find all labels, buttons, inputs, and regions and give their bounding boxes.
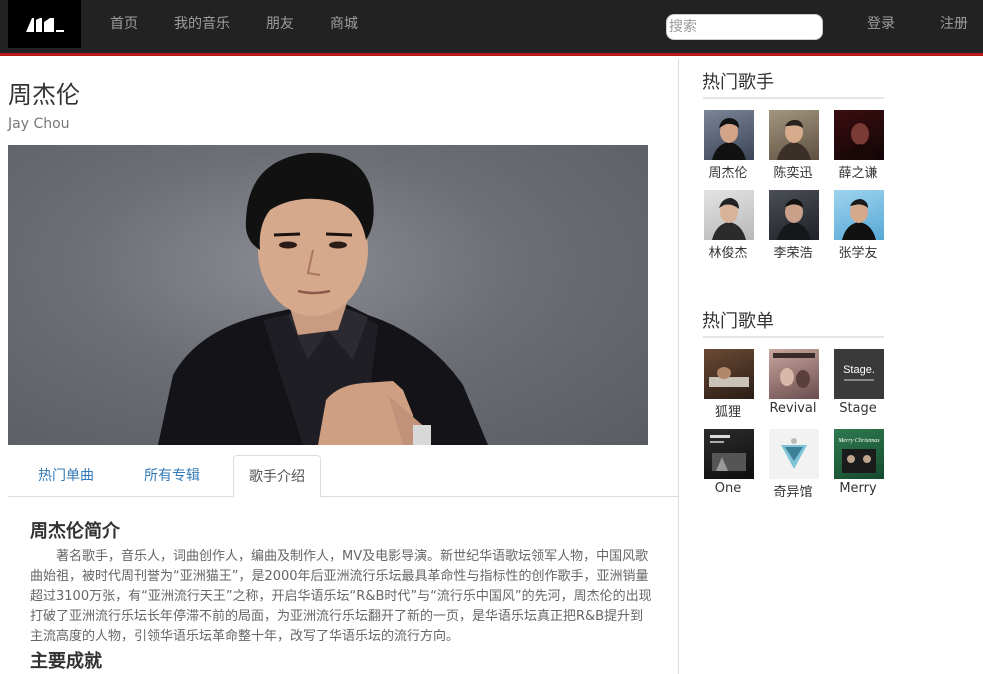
main-nav: 首页 我的音乐 朋友 商城 <box>92 0 376 48</box>
playlist-cover-art: Stage. <box>843 364 875 381</box>
nav-link-home[interactable]: 首页 <box>92 0 156 48</box>
artist-english-name: Jay Chou <box>8 116 70 132</box>
logo-icon <box>26 18 64 32</box>
playlist-name[interactable]: 奇异馆 <box>760 481 826 500</box>
divider <box>703 97 884 99</box>
playlist-name[interactable]: Merry <box>825 481 891 496</box>
nav-link-store[interactable]: 商城 <box>312 0 376 48</box>
nav-link-my-music[interactable]: 我的音乐 <box>156 0 248 48</box>
playlist-name[interactable]: One <box>695 481 761 496</box>
bio-text: 著名歌手，音乐人，词曲创作人，编曲及制作人，MV及电影导演。新世纪华语歌坛领军人… <box>30 549 652 644</box>
singer-name[interactable]: 林俊杰 <box>695 242 761 261</box>
login-link[interactable]: 登录 <box>867 0 895 48</box>
playlist-cover-wonderland[interactable] <box>769 429 819 479</box>
playlist-cover-revival[interactable] <box>769 349 819 399</box>
singer-thumb-ronghao-li[interactable] <box>769 190 819 240</box>
divider <box>703 336 884 338</box>
artist-name: 周杰伦 <box>8 81 80 109</box>
singer-name[interactable]: 张学友 <box>825 242 891 261</box>
singer-thumb-jay-chou[interactable] <box>704 110 754 160</box>
playlist-cover-one[interactable] <box>704 429 754 479</box>
singer-avatar <box>712 198 746 240</box>
singer-avatar <box>712 118 746 160</box>
hot-playlists-title: 热门歌单 <box>702 311 774 332</box>
playlist-cover-art: Merry Christmas <box>837 438 880 473</box>
bio-title: 周杰伦简介 <box>30 521 120 542</box>
cover-text-merry: Merry Christmas <box>837 438 880 444</box>
singer-thumb-eason-chan[interactable] <box>769 110 819 160</box>
playlist-cover-art <box>709 367 749 387</box>
artist-main-panel: 周杰伦 Jay Chou 热门单曲 所有专辑 歌手介绍 周杰伦简介 著名歌手，音… <box>0 59 679 674</box>
cover-text-stage: Stage. <box>843 364 875 376</box>
singer-avatar <box>844 123 876 160</box>
site-logo[interactable] <box>8 0 81 48</box>
tab-all-albums[interactable]: 所有专辑 <box>129 455 215 497</box>
hot-singers-title: 热门歌手 <box>702 72 774 93</box>
artist-tabs: 热门单曲 所有专辑 歌手介绍 <box>8 455 678 498</box>
playlist-cover-art <box>773 353 815 388</box>
singer-avatar <box>777 199 811 240</box>
playlist-cover-stage[interactable]: Stage. <box>834 349 884 399</box>
playlist-cover-art <box>710 435 746 471</box>
singer-name[interactable]: 陈奕迅 <box>760 162 826 181</box>
playlist-name[interactable]: Stage <box>825 401 891 416</box>
nav-link-friends[interactable]: 朋友 <box>248 0 312 48</box>
top-navbar: 首页 我的音乐 朋友 商城 登录 注册 <box>0 0 983 56</box>
search-input[interactable] <box>666 14 823 40</box>
singer-name[interactable]: 周杰伦 <box>695 162 761 181</box>
playlist-cover-art <box>781 438 807 469</box>
singer-thumb-jacky-cheung[interactable] <box>834 190 884 240</box>
singer-avatar <box>777 119 811 160</box>
singer-avatar <box>842 199 876 240</box>
artist-portrait <box>158 152 488 445</box>
playlist-cover-merry[interactable]: Merry Christmas <box>834 429 884 479</box>
register-link[interactable]: 注册 <box>940 0 968 48</box>
singer-thumb-joker-xue[interactable] <box>834 110 884 160</box>
tab-hot-singles[interactable]: 热门单曲 <box>23 455 109 497</box>
playlist-name[interactable]: Revival <box>760 401 826 416</box>
singer-name[interactable]: 薛之谦 <box>825 162 891 181</box>
achievements-title: 主要成就 <box>30 651 102 672</box>
playlist-cover-fox[interactable] <box>704 349 754 399</box>
artist-photo <box>8 145 648 445</box>
singer-name[interactable]: 李荣浩 <box>760 242 826 261</box>
playlist-name[interactable]: 狐狸 <box>695 401 761 420</box>
singer-thumb-jj-lin[interactable] <box>704 190 754 240</box>
tab-artist-intro[interactable]: 歌手介绍 <box>233 455 321 498</box>
